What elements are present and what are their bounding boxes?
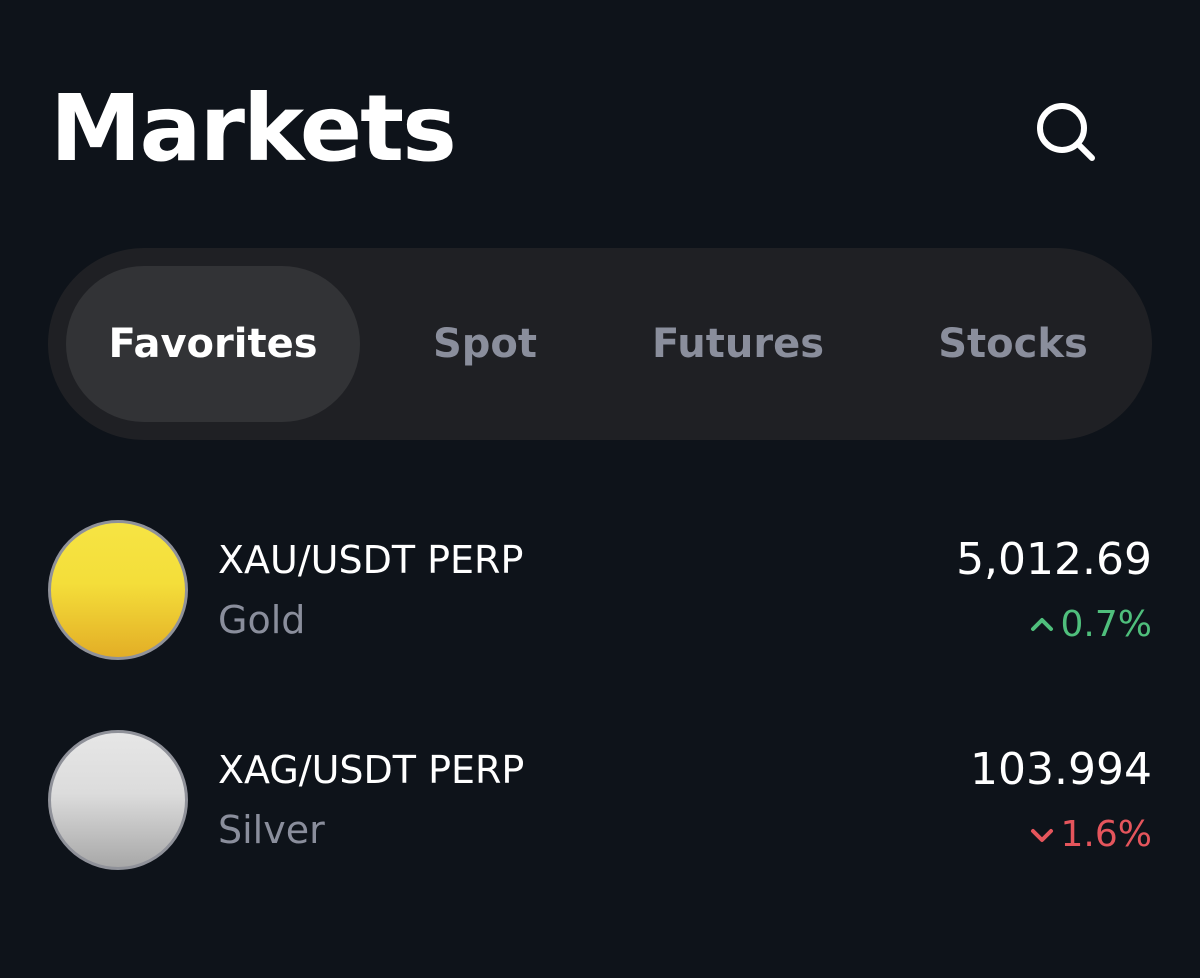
- market-change: 1.6%: [1029, 814, 1152, 855]
- market-change-value: 1.6%: [1060, 814, 1152, 855]
- market-symbol: XAG/USDT PERP: [218, 748, 525, 792]
- market-name: Silver: [218, 808, 325, 852]
- market-name: Gold: [218, 598, 306, 642]
- market-row-xag[interactable]: XAG/USDT PERP Silver 103.994 1.6%: [48, 730, 1152, 874]
- page-title: Markets: [50, 75, 457, 182]
- chevron-down-icon: [1029, 822, 1055, 848]
- market-tabs: Favorites Spot Futures Stocks: [48, 248, 1152, 440]
- market-price: 103.994: [970, 744, 1152, 795]
- search-button[interactable]: [1030, 96, 1102, 168]
- tab-favorites[interactable]: Favorites: [66, 266, 360, 422]
- search-icon: [1037, 103, 1095, 161]
- chevron-up-icon: [1029, 612, 1055, 638]
- market-change: 0.7%: [1029, 604, 1152, 645]
- market-symbol: XAU/USDT PERP: [218, 538, 524, 582]
- gold-coin-icon: [48, 520, 188, 660]
- tab-futures[interactable]: Futures: [628, 266, 848, 422]
- tab-spot[interactable]: Spot: [398, 266, 572, 422]
- silver-coin-icon: [48, 730, 188, 870]
- market-change-value: 0.7%: [1060, 604, 1152, 645]
- market-price: 5,012.69: [956, 534, 1152, 585]
- market-row-xau[interactable]: XAU/USDT PERP Gold 5,012.69 0.7%: [48, 520, 1152, 664]
- tab-stocks[interactable]: Stocks: [908, 266, 1118, 422]
